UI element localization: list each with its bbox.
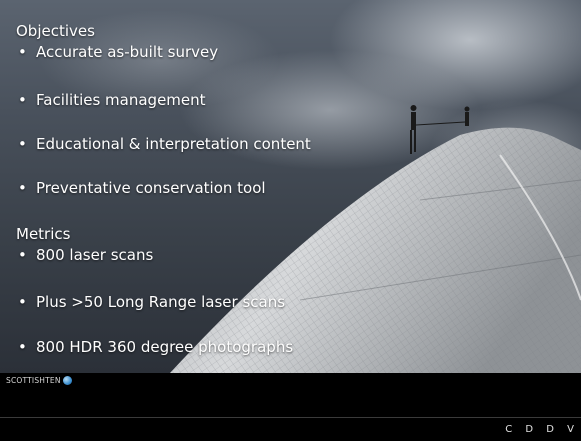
globe-icon <box>62 376 72 385</box>
objectives-heading: Objectives <box>16 22 95 40</box>
bullet-icon: • <box>18 91 27 109</box>
footer-bar <box>0 373 581 441</box>
brand-text: SCOTTISHTEN <box>6 376 61 385</box>
brand-logo: SCOTTISHTEN <box>6 376 72 385</box>
bullet-icon: • <box>18 135 27 153</box>
slide-content: Objectives • Accurate as-built survey • Fa… <box>0 0 581 373</box>
metric-item: • Plus >50 Long Range laser scans <box>18 293 286 311</box>
objective-item: • Educational & interpretation content <box>18 135 311 153</box>
metrics-heading: Metrics <box>16 225 71 243</box>
bullet-icon: • <box>18 338 27 356</box>
divider <box>0 417 581 418</box>
metric-item: • 800 laser scans <box>18 246 154 264</box>
objective-item: • Facilities management <box>18 91 206 109</box>
objective-item: • Preventative conservation tool <box>18 179 266 197</box>
bullet-icon: • <box>18 246 27 264</box>
slide: Objectives • Accurate as-built survey • Fa… <box>0 0 581 441</box>
corner-logo-text: C D D V <box>505 424 579 435</box>
objective-item: • Accurate as-built survey <box>18 43 219 61</box>
bullet-icon: • <box>18 293 27 311</box>
bullet-icon: • <box>18 43 27 61</box>
bullet-icon: • <box>18 179 27 197</box>
metric-item: • 800 HDR 360 degree photographs <box>18 338 294 356</box>
